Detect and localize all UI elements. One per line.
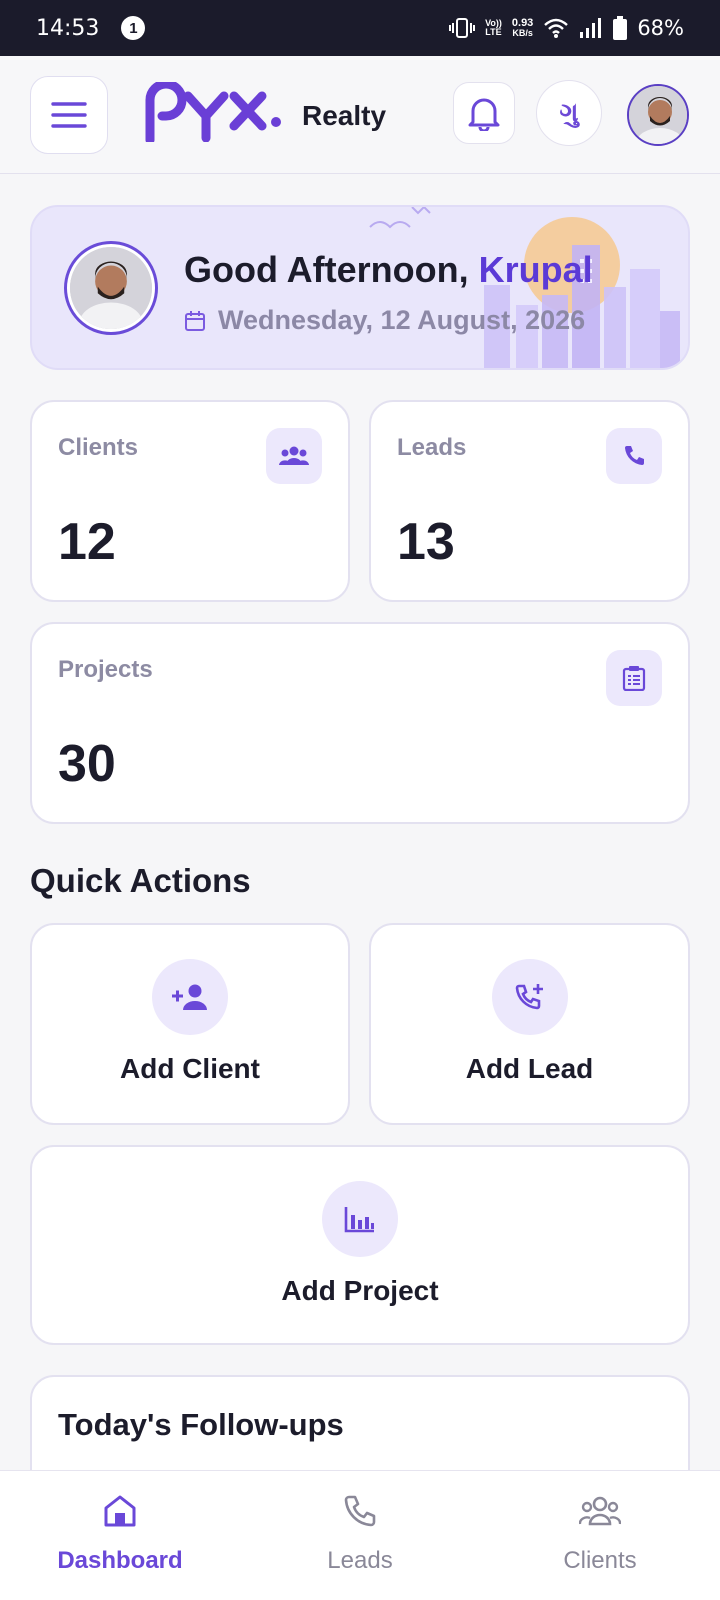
person-photo-icon [629, 86, 687, 144]
status-time: 14:53 [36, 15, 100, 41]
nav-dashboard[interactable]: Dashboard [30, 1489, 210, 1575]
clients-stat-label: Clients [58, 434, 139, 461]
battery-percent: 68% [637, 16, 684, 40]
projects-stat-icon-box [606, 650, 662, 706]
volte-bottom: LTE [485, 27, 502, 37]
bar-chart-icon [344, 1207, 374, 1233]
add-project-label: Add Project [281, 1275, 439, 1306]
network-speed-unit: KB/s [512, 28, 533, 38]
notification-count-badge: 1 [121, 16, 146, 40]
greeting-title: Good Afternoon, Krupal [184, 249, 593, 291]
clients-stat-value: 12 [58, 513, 116, 571]
nav-clients[interactable]: Clients [510, 1489, 690, 1575]
profile-avatar[interactable] [627, 84, 689, 146]
clients-stat-icon-box [266, 428, 322, 484]
add-client-button[interactable]: Add Client [30, 923, 350, 1125]
wifi-icon [544, 18, 569, 38]
leads-stat-icon-box [606, 428, 662, 484]
bottom-navigation: Dashboard Leads Clients [0, 1470, 720, 1600]
calendar-icon [185, 310, 205, 331]
add-project-icon-circle [322, 1181, 398, 1257]
add-client-icon-circle [152, 959, 228, 1035]
pyx-logo [145, 82, 281, 142]
phone-add-icon [515, 984, 543, 1010]
greeting-avatar [64, 241, 158, 335]
nav-dashboard-label: Dashboard [57, 1547, 183, 1574]
add-project-button[interactable]: Add Project [30, 1145, 690, 1345]
nav-clients-label: Clients [563, 1547, 637, 1574]
greeting-card: Good Afternoon, Krupal Wednesday, 12 Aug… [30, 205, 690, 370]
bell-icon [468, 98, 500, 131]
greeting-date-text: Wednesday, 12 August, 2026 [218, 305, 586, 335]
person-photo-icon [70, 247, 152, 329]
notifications-button[interactable] [453, 82, 515, 144]
person-add-icon [172, 984, 207, 1010]
phone-icon [625, 446, 644, 465]
projects-stat-card[interactable]: Projects 30 [30, 622, 690, 824]
greeting-date: Wednesday, 12 August, 2026 [184, 305, 585, 336]
add-lead-button[interactable]: Add Lead [369, 923, 690, 1125]
language-button[interactable]: ગુ [536, 80, 602, 146]
group-icon [579, 1496, 621, 1526]
greeting-prefix: Good Afternoon, [184, 249, 479, 290]
vibrate-icon [449, 18, 476, 38]
projects-stat-label: Projects [58, 656, 153, 683]
nav-leads[interactable]: Leads [270, 1489, 450, 1575]
signal-icon [580, 18, 602, 38]
brand-logo: Realty [144, 82, 386, 142]
battery-icon [613, 16, 628, 40]
add-client-label: Add Client [120, 1053, 260, 1084]
brand-subtitle: Realty [302, 100, 387, 131]
app-bar: Realty ગુ [0, 56, 720, 174]
phone-icon [344, 1495, 376, 1527]
network-speed: 0.93 KB/s [512, 18, 533, 38]
group-icon [279, 446, 309, 465]
add-lead-label: Add Lead [465, 1053, 594, 1084]
quick-actions-title: Quick Actions [30, 862, 251, 899]
add-lead-icon-circle [491, 959, 568, 1035]
status-icons: Vo)) LTE 0.93 KB/s 68% [449, 16, 684, 40]
projects-stat-value: 30 [58, 735, 116, 793]
home-icon [104, 1495, 136, 1527]
clients-stat-card[interactable]: Clients 12 [30, 400, 350, 602]
clipboard-icon [622, 666, 646, 691]
volte-indicator: Vo)) LTE [485, 19, 502, 37]
leads-stat-card[interactable]: Leads 13 [369, 400, 690, 602]
followups-title: Today's Follow-ups [58, 1407, 344, 1442]
leads-stat-value: 13 [397, 513, 455, 571]
greeting-user-name: Krupal [478, 249, 593, 290]
hamburger-icon [51, 102, 87, 128]
nav-leads-label: Leads [327, 1547, 393, 1574]
leads-stat-label: Leads [397, 434, 467, 461]
menu-button[interactable] [30, 76, 108, 154]
status-bar: 14:53 1 Vo)) LTE 0.93 KB/s 68% [0, 0, 720, 56]
